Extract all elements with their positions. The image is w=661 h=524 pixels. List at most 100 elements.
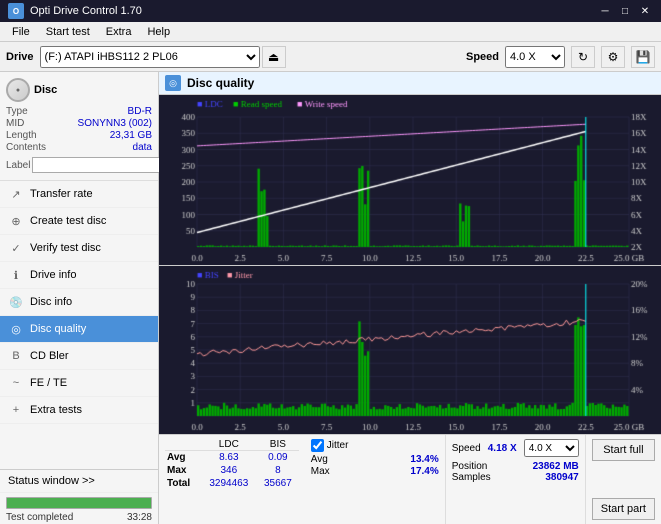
disc-quality-title: Disc quality bbox=[187, 76, 254, 90]
start-part-button[interactable]: Start part bbox=[592, 498, 655, 520]
row-total-ldc: 3294463 bbox=[201, 477, 257, 490]
col-bis-header: BIS bbox=[257, 439, 299, 451]
row-avg-label: Avg bbox=[165, 451, 201, 465]
start-full-button[interactable]: Start full bbox=[592, 439, 655, 461]
speed-label-static: Speed bbox=[452, 443, 481, 454]
statusbar-section: Status window >> Test completed 33:28 bbox=[0, 469, 158, 524]
sidebar-item-label: Disc quality bbox=[30, 323, 86, 335]
disc-contents-label: Contents bbox=[6, 142, 46, 153]
jitter-checkbox[interactable] bbox=[311, 439, 324, 452]
speed-value: 4.18 X bbox=[488, 443, 517, 454]
drive-info-icon: ℹ bbox=[8, 267, 24, 283]
row-max-bis: 8 bbox=[257, 464, 299, 477]
eject-button[interactable]: ⏏ bbox=[262, 46, 286, 68]
status-time: 33:28 bbox=[127, 512, 152, 523]
sidebar-item-cd-bler[interactable]: B CD Bler bbox=[0, 343, 158, 370]
menu-start-test[interactable]: Start test bbox=[38, 24, 98, 40]
drive-label: Drive bbox=[6, 51, 34, 63]
disc-type-label: Type bbox=[6, 106, 28, 117]
sidebar-item-fe-te[interactable]: ~ FE / TE bbox=[0, 370, 158, 397]
sidebar-item-extra-tests[interactable]: + Extra tests bbox=[0, 397, 158, 424]
create-test-disc-icon: ⊕ bbox=[8, 213, 24, 229]
titlebar-left: O Opti Drive Control 1.70 bbox=[8, 3, 142, 19]
drivebar: Drive (F:) ATAPI iHBS112 2 PL06 ⏏ Speed … bbox=[0, 42, 661, 72]
status-window-label: Status window >> bbox=[8, 475, 95, 487]
extra-tests-icon: + bbox=[8, 402, 24, 418]
disc-mid-value: SONYNN3 (002) bbox=[78, 118, 152, 129]
bottom-chart-canvas bbox=[159, 266, 661, 434]
status-window-button[interactable]: Status window >> bbox=[0, 470, 158, 493]
stats-table: LDC BIS Avg 8.63 0.09 Max 346 bbox=[159, 435, 305, 524]
sidebar-nav: ↗ Transfer rate ⊕ Create test disc ✓ Ver… bbox=[0, 181, 158, 469]
drive-select[interactable]: (F:) ATAPI iHBS112 2 PL06 bbox=[40, 46, 260, 68]
label-field-label: Label bbox=[6, 160, 30, 171]
position-value: 23862 MB bbox=[533, 461, 579, 472]
progress-bar-fill bbox=[7, 498, 151, 508]
chart-top bbox=[159, 95, 661, 266]
disc-quality-header-icon: ◎ bbox=[165, 75, 181, 91]
disc-contents-row: Contents data bbox=[6, 142, 152, 153]
menu-file[interactable]: File bbox=[4, 24, 38, 40]
sidebar-item-label: Disc info bbox=[30, 296, 72, 308]
sidebar-item-drive-info[interactable]: ℹ Drive info bbox=[0, 262, 158, 289]
disc-panel: ● Disc Type BD-R MID SONYNN3 (002) Lengt… bbox=[0, 72, 158, 181]
menu-help[interactable]: Help bbox=[139, 24, 178, 40]
row-total-label: Total bbox=[165, 477, 201, 490]
cd-bler-icon: B bbox=[8, 348, 24, 364]
row-max-label: Max bbox=[165, 464, 201, 477]
sidebar-item-create-test-disc[interactable]: ⊕ Create test disc bbox=[0, 208, 158, 235]
sidebar-item-verify-test-disc[interactable]: ✓ Verify test disc bbox=[0, 235, 158, 262]
label-row: Label 🔍 bbox=[6, 156, 152, 174]
status-text: Test completed 33:28 bbox=[0, 511, 158, 524]
speed-label: Speed bbox=[466, 51, 499, 63]
label-input[interactable] bbox=[32, 157, 166, 173]
disc-length-row: Length 23,31 GB bbox=[6, 130, 152, 141]
row-max-ldc: 346 bbox=[201, 464, 257, 477]
position-row: Position 23862 MB bbox=[452, 461, 579, 472]
speed-select[interactable]: 4.0 X 1.0 X 2.0 X 6.0 X 8.0 X bbox=[505, 46, 565, 68]
jitter-max-label: Max bbox=[311, 466, 330, 477]
menubar: File Start test Extra Help bbox=[0, 22, 661, 42]
settings-button[interactable]: ⚙ bbox=[601, 46, 625, 68]
speed-info-row: Speed 4.18 X 4.0 X 2.0 X 8.0 X bbox=[452, 439, 579, 457]
chart-bottom bbox=[159, 266, 661, 434]
sidebar-item-disc-quality[interactable]: ◎ Disc quality bbox=[0, 316, 158, 343]
jitter-section: Jitter Avg 13.4% Max 17.4% bbox=[305, 435, 445, 524]
row-avg-ldc: 8.63 bbox=[201, 451, 257, 465]
disc-icon: ● bbox=[6, 78, 30, 102]
position-label: Position bbox=[452, 461, 488, 472]
charts bbox=[159, 95, 661, 434]
minimize-button[interactable]: ─ bbox=[597, 3, 613, 19]
disc-contents-value: data bbox=[133, 142, 152, 153]
main: ● Disc Type BD-R MID SONYNN3 (002) Lengt… bbox=[0, 72, 661, 524]
samples-row: Samples 380947 bbox=[452, 472, 579, 483]
disc-quality-icon: ◎ bbox=[8, 321, 24, 337]
status-message: Test completed bbox=[6, 512, 73, 523]
samples-label: Samples bbox=[452, 472, 491, 483]
jitter-label: Jitter bbox=[327, 440, 349, 451]
top-chart-canvas bbox=[159, 95, 661, 265]
disc-type-value: BD-R bbox=[128, 106, 152, 117]
row-total-bis: 35667 bbox=[257, 477, 299, 490]
disc-length-label: Length bbox=[6, 130, 37, 141]
speed-section: Speed 4.18 X 4.0 X 2.0 X 8.0 X Position … bbox=[445, 435, 585, 524]
disc-info-icon: 💿 bbox=[8, 294, 24, 310]
speed-small-select[interactable]: 4.0 X 2.0 X 8.0 X bbox=[524, 439, 579, 457]
jitter-avg-value: 13.4% bbox=[410, 454, 438, 465]
refresh-button[interactable]: ↻ bbox=[571, 46, 595, 68]
close-button[interactable]: ✕ bbox=[637, 3, 653, 19]
titlebar: O Opti Drive Control 1.70 ─ □ ✕ bbox=[0, 0, 661, 22]
sidebar-item-disc-info[interactable]: 💿 Disc info bbox=[0, 289, 158, 316]
jitter-avg-label: Avg bbox=[311, 454, 328, 465]
row-avg-bis: 0.09 bbox=[257, 451, 299, 465]
jitter-max-row: Max 17.4% bbox=[311, 466, 439, 477]
menu-extra[interactable]: Extra bbox=[98, 24, 140, 40]
progress-row bbox=[0, 493, 158, 511]
maximize-button[interactable]: □ bbox=[617, 3, 633, 19]
disc-type-row: Type BD-R bbox=[6, 106, 152, 117]
sidebar-item-transfer-rate[interactable]: ↗ Transfer rate bbox=[0, 181, 158, 208]
save-button[interactable]: 💾 bbox=[631, 46, 655, 68]
buttons-section: Start full Start part bbox=[585, 435, 661, 524]
jitter-check-row: Jitter bbox=[311, 439, 439, 452]
app-title: Opti Drive Control 1.70 bbox=[30, 5, 142, 17]
